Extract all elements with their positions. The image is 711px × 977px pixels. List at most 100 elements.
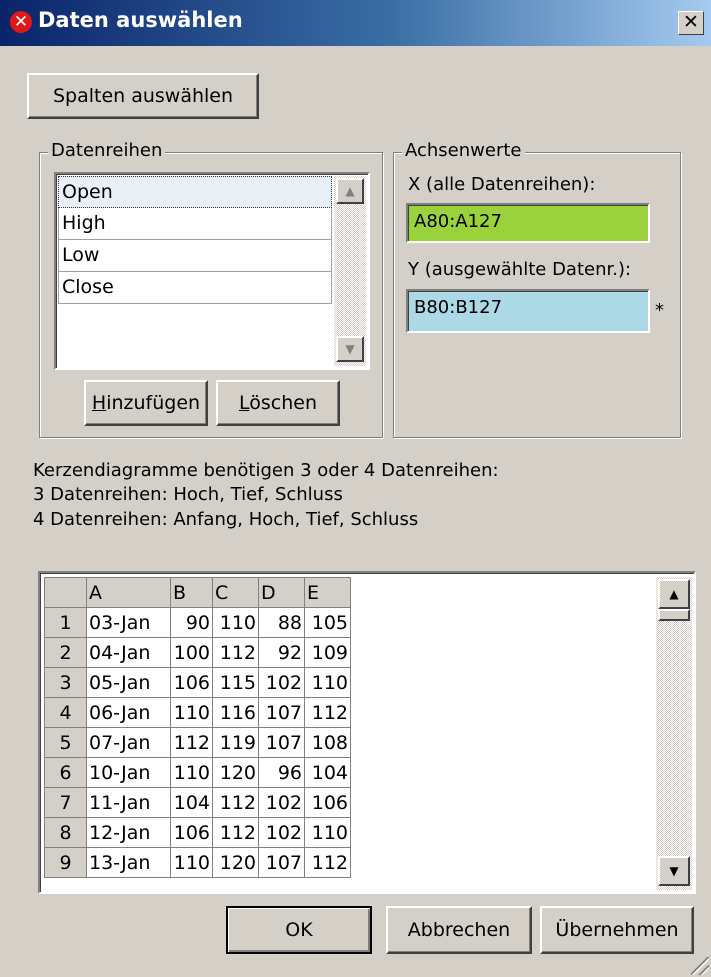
table-cell[interactable]: 106 <box>304 787 351 818</box>
column-header[interactable]: B <box>170 577 213 608</box>
table-cell[interactable]: 13-Jan <box>86 847 171 878</box>
row-header[interactable]: 1 <box>44 607 87 638</box>
row-header[interactable]: 9 <box>44 847 87 878</box>
table-cell[interactable]: 107 <box>258 727 305 758</box>
table-cell[interactable]: 102 <box>258 787 305 818</box>
close-icon: ✕ <box>683 11 699 33</box>
row-header[interactable]: 7 <box>44 787 87 818</box>
row-header[interactable]: 5 <box>44 727 87 758</box>
add-series-label: Hinzufügen <box>91 392 201 414</box>
table-cell[interactable]: 112 <box>212 637 259 668</box>
column-header[interactable]: D <box>258 577 305 608</box>
close-button[interactable]: ✕ <box>678 11 704 35</box>
info-line-3: 4 Datenreihen: Anfang, Hoch, Tief, Schlu… <box>33 509 419 530</box>
row-header[interactable]: 8 <box>44 817 87 848</box>
table-cell[interactable]: 110 <box>212 607 259 638</box>
list-item[interactable]: Close <box>58 272 332 304</box>
apply-button[interactable]: Übernehmen <box>540 906 694 954</box>
title-bar: ✕ Daten auswählen ✕ <box>0 0 711 46</box>
table-cell[interactable]: 106 <box>170 667 213 698</box>
y-modified-marker: * <box>655 300 664 321</box>
series-group-legend: Datenreihen <box>48 140 166 161</box>
scroll-up-button[interactable]: ▲ <box>336 178 364 204</box>
ok-button[interactable]: OK <box>226 906 372 954</box>
table-cell[interactable]: 88 <box>258 607 305 638</box>
table-cell[interactable]: 110 <box>170 697 213 728</box>
table-cell[interactable]: 105 <box>304 607 351 638</box>
table-cell[interactable]: 112 <box>212 817 259 848</box>
series-scrollbar[interactable]: ▲ ▼ <box>334 176 366 366</box>
table-cell[interactable]: 102 <box>258 817 305 848</box>
table-cell[interactable]: 110 <box>170 757 213 788</box>
table-row: 6 10-Jan 110 120 96 104 <box>44 757 351 788</box>
table-cell[interactable]: 03-Jan <box>86 607 171 638</box>
table-row: 4 06-Jan 110 116 107 112 <box>44 697 351 728</box>
series-listbox[interactable]: Open High Low Close ▲ ▼ <box>54 172 370 370</box>
grid-scroll-down-button[interactable]: ▼ <box>658 856 690 886</box>
table-cell[interactable]: 07-Jan <box>86 727 171 758</box>
table-row: 1 03-Jan 90 110 88 105 <box>44 607 351 638</box>
table-cell[interactable]: 90 <box>170 607 213 638</box>
table-cell[interactable]: 110 <box>304 667 351 698</box>
table-cell[interactable]: 107 <box>258 847 305 878</box>
list-item[interactable]: Low <box>58 240 332 272</box>
scroll-up-icon: ▲ <box>669 587 679 601</box>
table-cell[interactable]: 12-Jan <box>86 817 171 848</box>
scroll-down-icon: ▼ <box>669 864 679 878</box>
table-cell[interactable]: 06-Jan <box>86 697 171 728</box>
cancel-button[interactable]: Abbrechen <box>386 906 532 954</box>
x-range-field[interactable]: A80:A127 <box>406 203 650 243</box>
table-row: 9 13-Jan 110 120 107 112 <box>44 847 351 878</box>
table-row: 7 11-Jan 104 112 102 106 <box>44 787 351 818</box>
column-header[interactable]: C <box>212 577 259 608</box>
list-item[interactable]: High <box>58 208 332 240</box>
scroll-down-button[interactable]: ▼ <box>336 336 364 362</box>
list-item[interactable]: Open <box>58 176 332 208</box>
table-row: 3 05-Jan 106 115 102 110 <box>44 667 351 698</box>
select-columns-button[interactable]: Spalten auswählen <box>27 73 259 119</box>
table-cell[interactable]: 119 <box>212 727 259 758</box>
table-cell[interactable]: 96 <box>258 757 305 788</box>
add-series-button[interactable]: Hinzufügen <box>84 380 208 426</box>
grid-scroll-thumb[interactable] <box>658 609 690 621</box>
table-cell[interactable]: 120 <box>212 757 259 788</box>
table-cell[interactable]: 11-Jan <box>86 787 171 818</box>
table-cell[interactable]: 109 <box>304 637 351 668</box>
column-header[interactable]: A <box>86 577 171 608</box>
table-cell[interactable]: 04-Jan <box>86 637 171 668</box>
column-header[interactable]: E <box>304 577 351 608</box>
table-cell[interactable]: 104 <box>304 757 351 788</box>
table-cell[interactable]: 112 <box>304 847 351 878</box>
table-cell[interactable]: 92 <box>258 637 305 668</box>
select-columns-label: Spalten auswählen <box>52 85 234 107</box>
table-cell[interactable]: 104 <box>170 787 213 818</box>
table-cell[interactable]: 115 <box>212 667 259 698</box>
resize-grip-icon[interactable] <box>691 957 709 975</box>
delete-series-button[interactable]: Löschen <box>216 380 340 426</box>
table-cell[interactable]: 05-Jan <box>86 667 171 698</box>
row-header[interactable]: 6 <box>44 757 87 788</box>
table-cell[interactable]: 112 <box>212 787 259 818</box>
table-cell[interactable]: 102 <box>258 667 305 698</box>
row-header[interactable]: 4 <box>44 697 87 728</box>
list-item-label: High <box>62 212 106 234</box>
table-cell[interactable]: 110 <box>170 847 213 878</box>
table-cell[interactable]: 107 <box>258 697 305 728</box>
table-cell[interactable]: 108 <box>304 727 351 758</box>
window-title: Daten auswählen <box>38 8 243 32</box>
row-header[interactable]: 2 <box>44 637 87 668</box>
table-cell[interactable]: 112 <box>170 727 213 758</box>
table-cell[interactable]: 106 <box>170 817 213 848</box>
grid-scrollbar[interactable]: ▲ ▼ <box>656 577 692 890</box>
row-header[interactable]: 3 <box>44 667 87 698</box>
table-cell[interactable]: 120 <box>212 847 259 878</box>
y-range-field[interactable]: B80:B127 <box>406 289 650 333</box>
table-cell[interactable]: 112 <box>304 697 351 728</box>
table-cell[interactable]: 116 <box>212 697 259 728</box>
data-grid[interactable]: A B C D E 1 03-Jan 90 110 88 105 2 04-Ja… <box>38 571 696 894</box>
grid-scroll-up-button[interactable]: ▲ <box>658 579 690 609</box>
table-header-row: A B C D E <box>44 577 351 608</box>
table-cell[interactable]: 100 <box>170 637 213 668</box>
table-cell[interactable]: 10-Jan <box>86 757 171 788</box>
table-cell[interactable]: 110 <box>304 817 351 848</box>
